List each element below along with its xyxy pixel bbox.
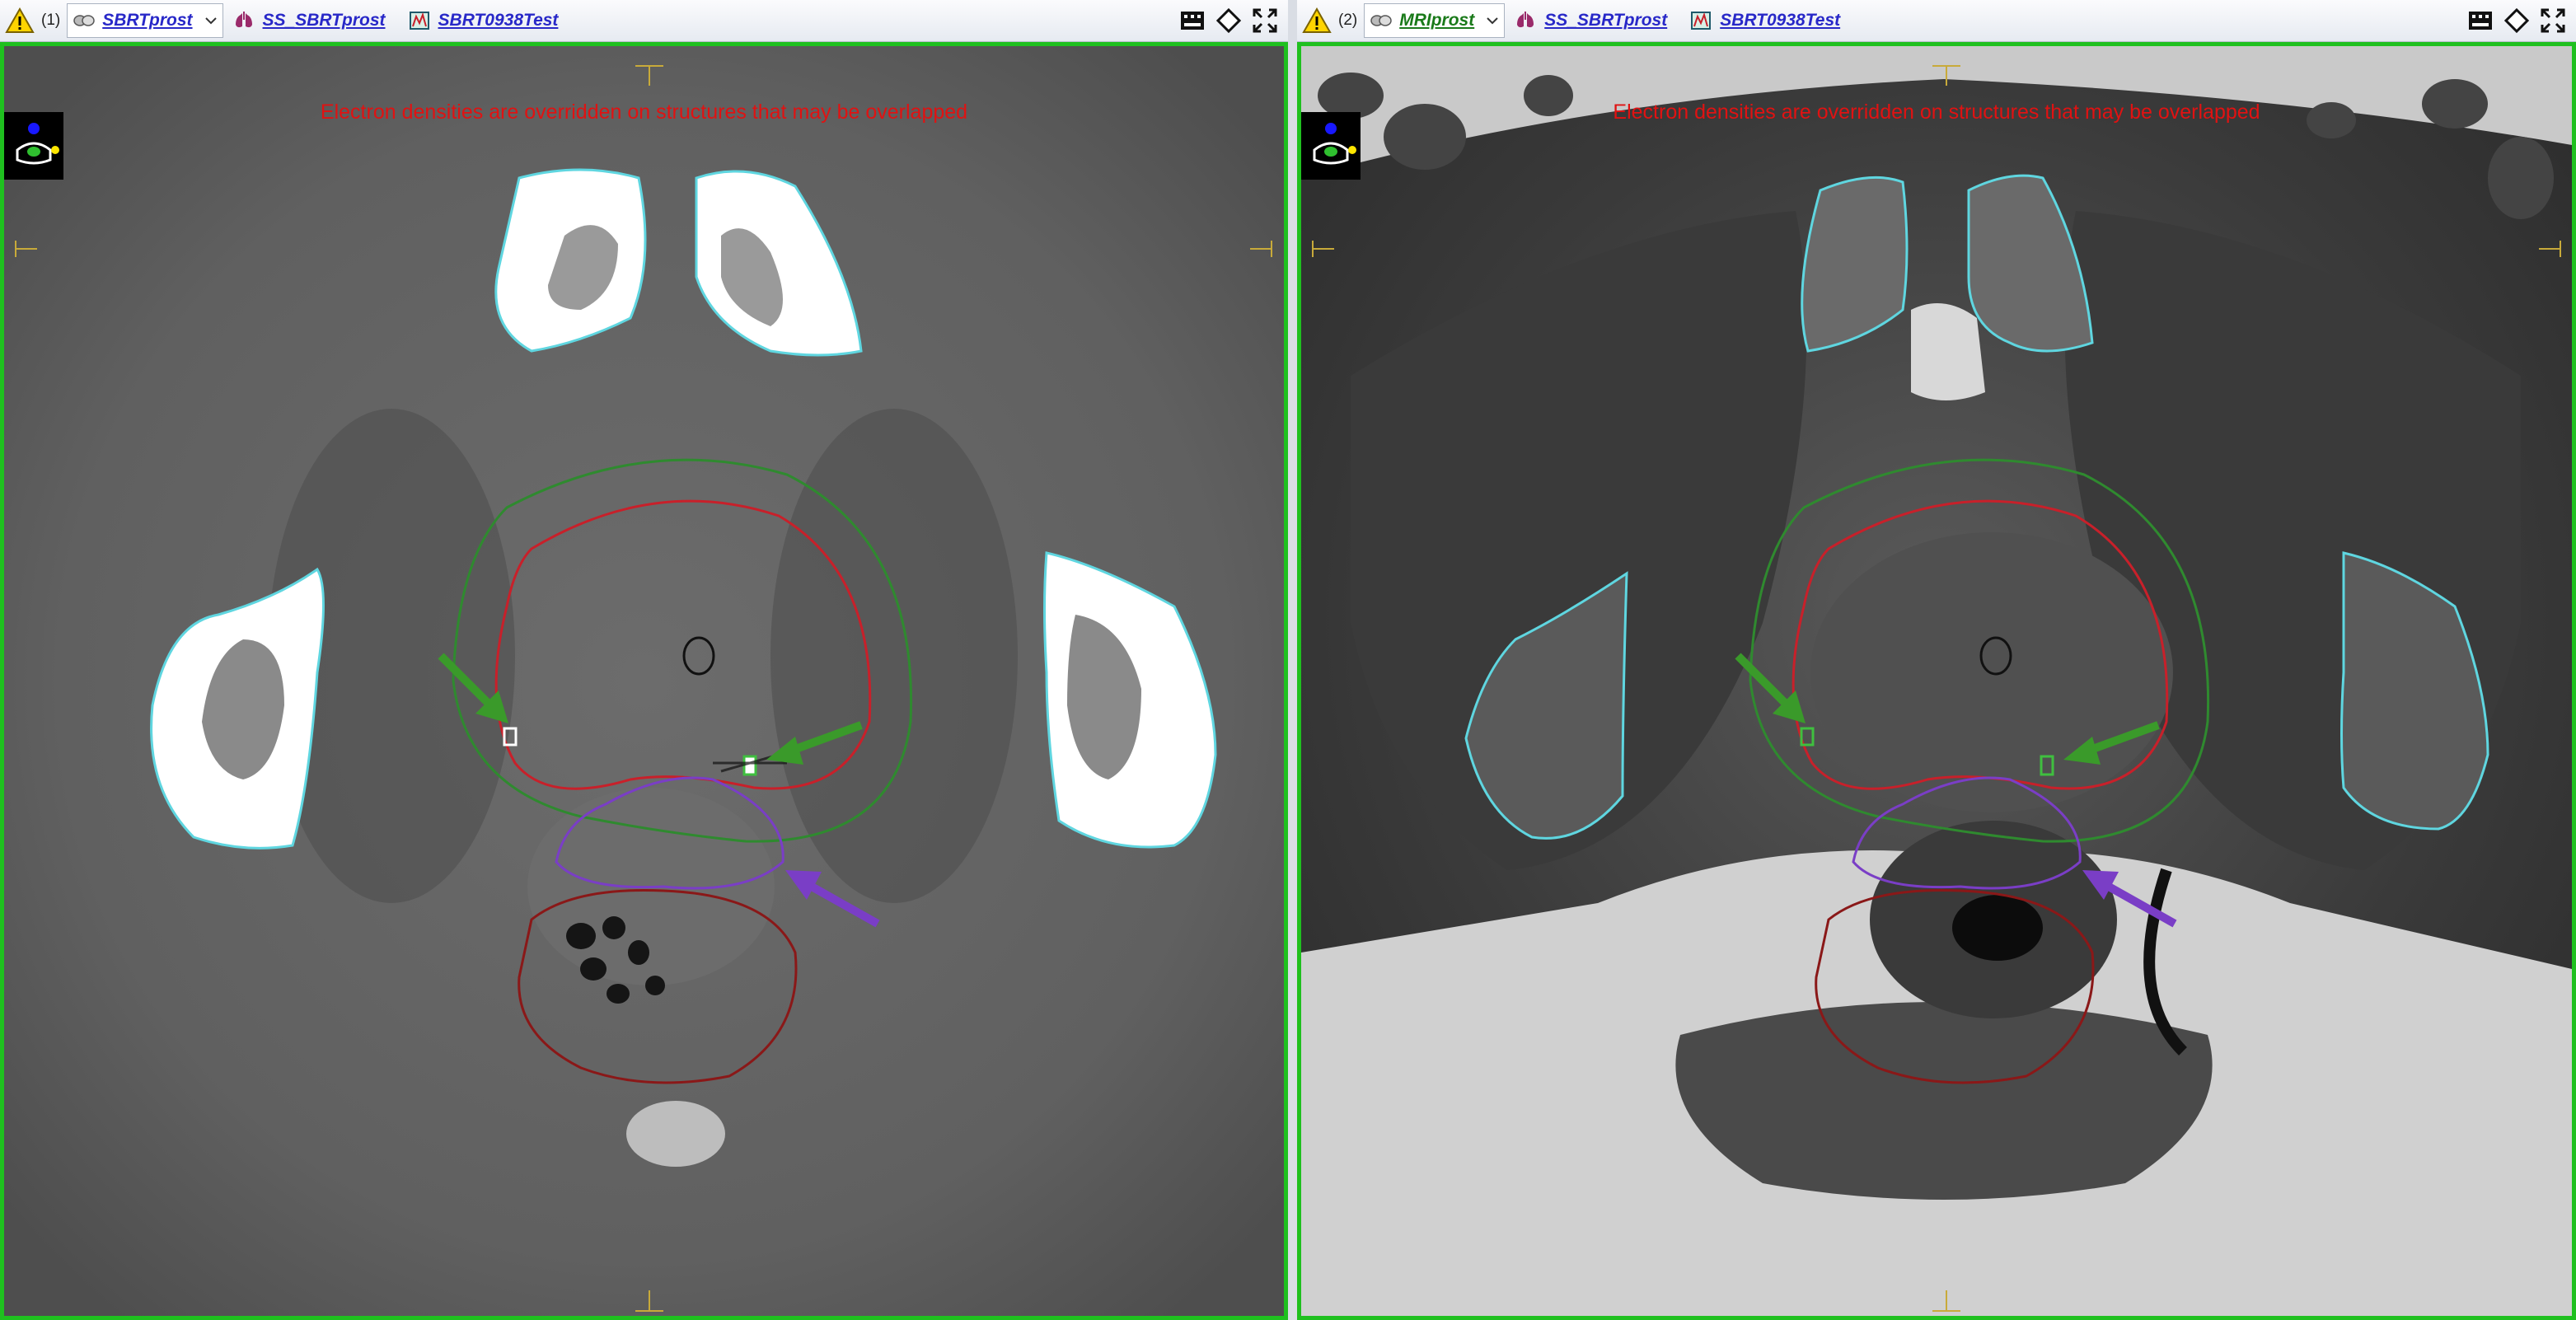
image-set-icon: [73, 15, 95, 26]
plan-icon: [1691, 12, 1712, 30]
viewer-toolbar: (2) MRIprost SS_SBRTprost SBRT0938Test: [1297, 0, 2576, 42]
image-set-name: MRIprost: [1399, 11, 1475, 30]
fiducial-marker-2: [742, 755, 757, 776]
film-icon[interactable]: [2464, 4, 2497, 37]
rectal-lumen: [1952, 895, 2043, 961]
fullscreen-icon[interactable]: [1248, 4, 1281, 37]
lungs-icon: [235, 12, 252, 28]
viewer-toolbar: (1) SBRTprost SS_SBRTprost SBRT0938Test: [0, 0, 1288, 42]
image-set-dropdown[interactable]: SBRTprost: [67, 3, 223, 38]
lungs-icon: [1517, 12, 1534, 28]
patient-orientation-icon[interactable]: [4, 112, 63, 180]
image-canvas-ct[interactable]: Electron densities are overridden on str…: [0, 42, 1288, 1320]
plan-name: SBRT0938Test: [1720, 11, 1841, 30]
patient-orientation-icon[interactable]: [1301, 112, 1361, 180]
warning-icon[interactable]: [0, 0, 35, 41]
ct-image: [4, 46, 1284, 1316]
viewer-panel-1: (1) SBRTprost SS_SBRTprost SBRT0938Test: [0, 0, 1288, 1320]
image-canvas-mr[interactable]: Electron densities are overridden on str…: [1297, 42, 2576, 1320]
overlay-warning: Electron densities are overridden on str…: [320, 101, 968, 124]
chevron-down-icon: [1487, 17, 1498, 25]
diamond-icon[interactable]: [2500, 4, 2533, 37]
viewer-divider[interactable]: [1288, 0, 1297, 1320]
coccyx: [626, 1101, 725, 1167]
warning-icon[interactable]: [1297, 0, 1332, 41]
plan-icon: [409, 12, 429, 30]
fullscreen-icon[interactable]: [2536, 4, 2569, 37]
plan-link[interactable]: SBRT0938Test: [1690, 10, 1840, 31]
structure-set-link[interactable]: SS_SBRTprost: [1515, 10, 1667, 31]
structure-set-name: SS_SBRTprost: [1544, 11, 1668, 30]
structure-set-name: SS_SBRTprost: [262, 11, 386, 30]
gluteal-muscle: [1675, 1002, 2213, 1200]
muscle-right: [770, 409, 1018, 903]
viewer-number: (1): [41, 12, 61, 29]
plan-link[interactable]: SBRT0938Test: [409, 10, 559, 31]
image-set-name: SBRTprost: [102, 11, 193, 30]
image-set-dropdown[interactable]: MRIprost: [1364, 3, 1506, 38]
overlay-warning: Electron densities are overridden on str…: [1613, 101, 2260, 124]
viewer-number: (2): [1338, 12, 1358, 29]
structure-set-link[interactable]: SS_SBRTprost: [233, 10, 386, 31]
viewer-panel-2: (2) MRIprost SS_SBRTprost SBRT0938Test E…: [1297, 0, 2576, 1320]
image-set-icon: [1370, 15, 1392, 26]
diamond-icon[interactable]: [1212, 4, 1245, 37]
plan-name: SBRT0938Test: [438, 11, 559, 30]
chevron-down-icon: [204, 17, 217, 25]
mr-image: [1301, 46, 2572, 1316]
symphysis-fat: [1911, 303, 1985, 400]
film-icon[interactable]: [1176, 4, 1209, 37]
